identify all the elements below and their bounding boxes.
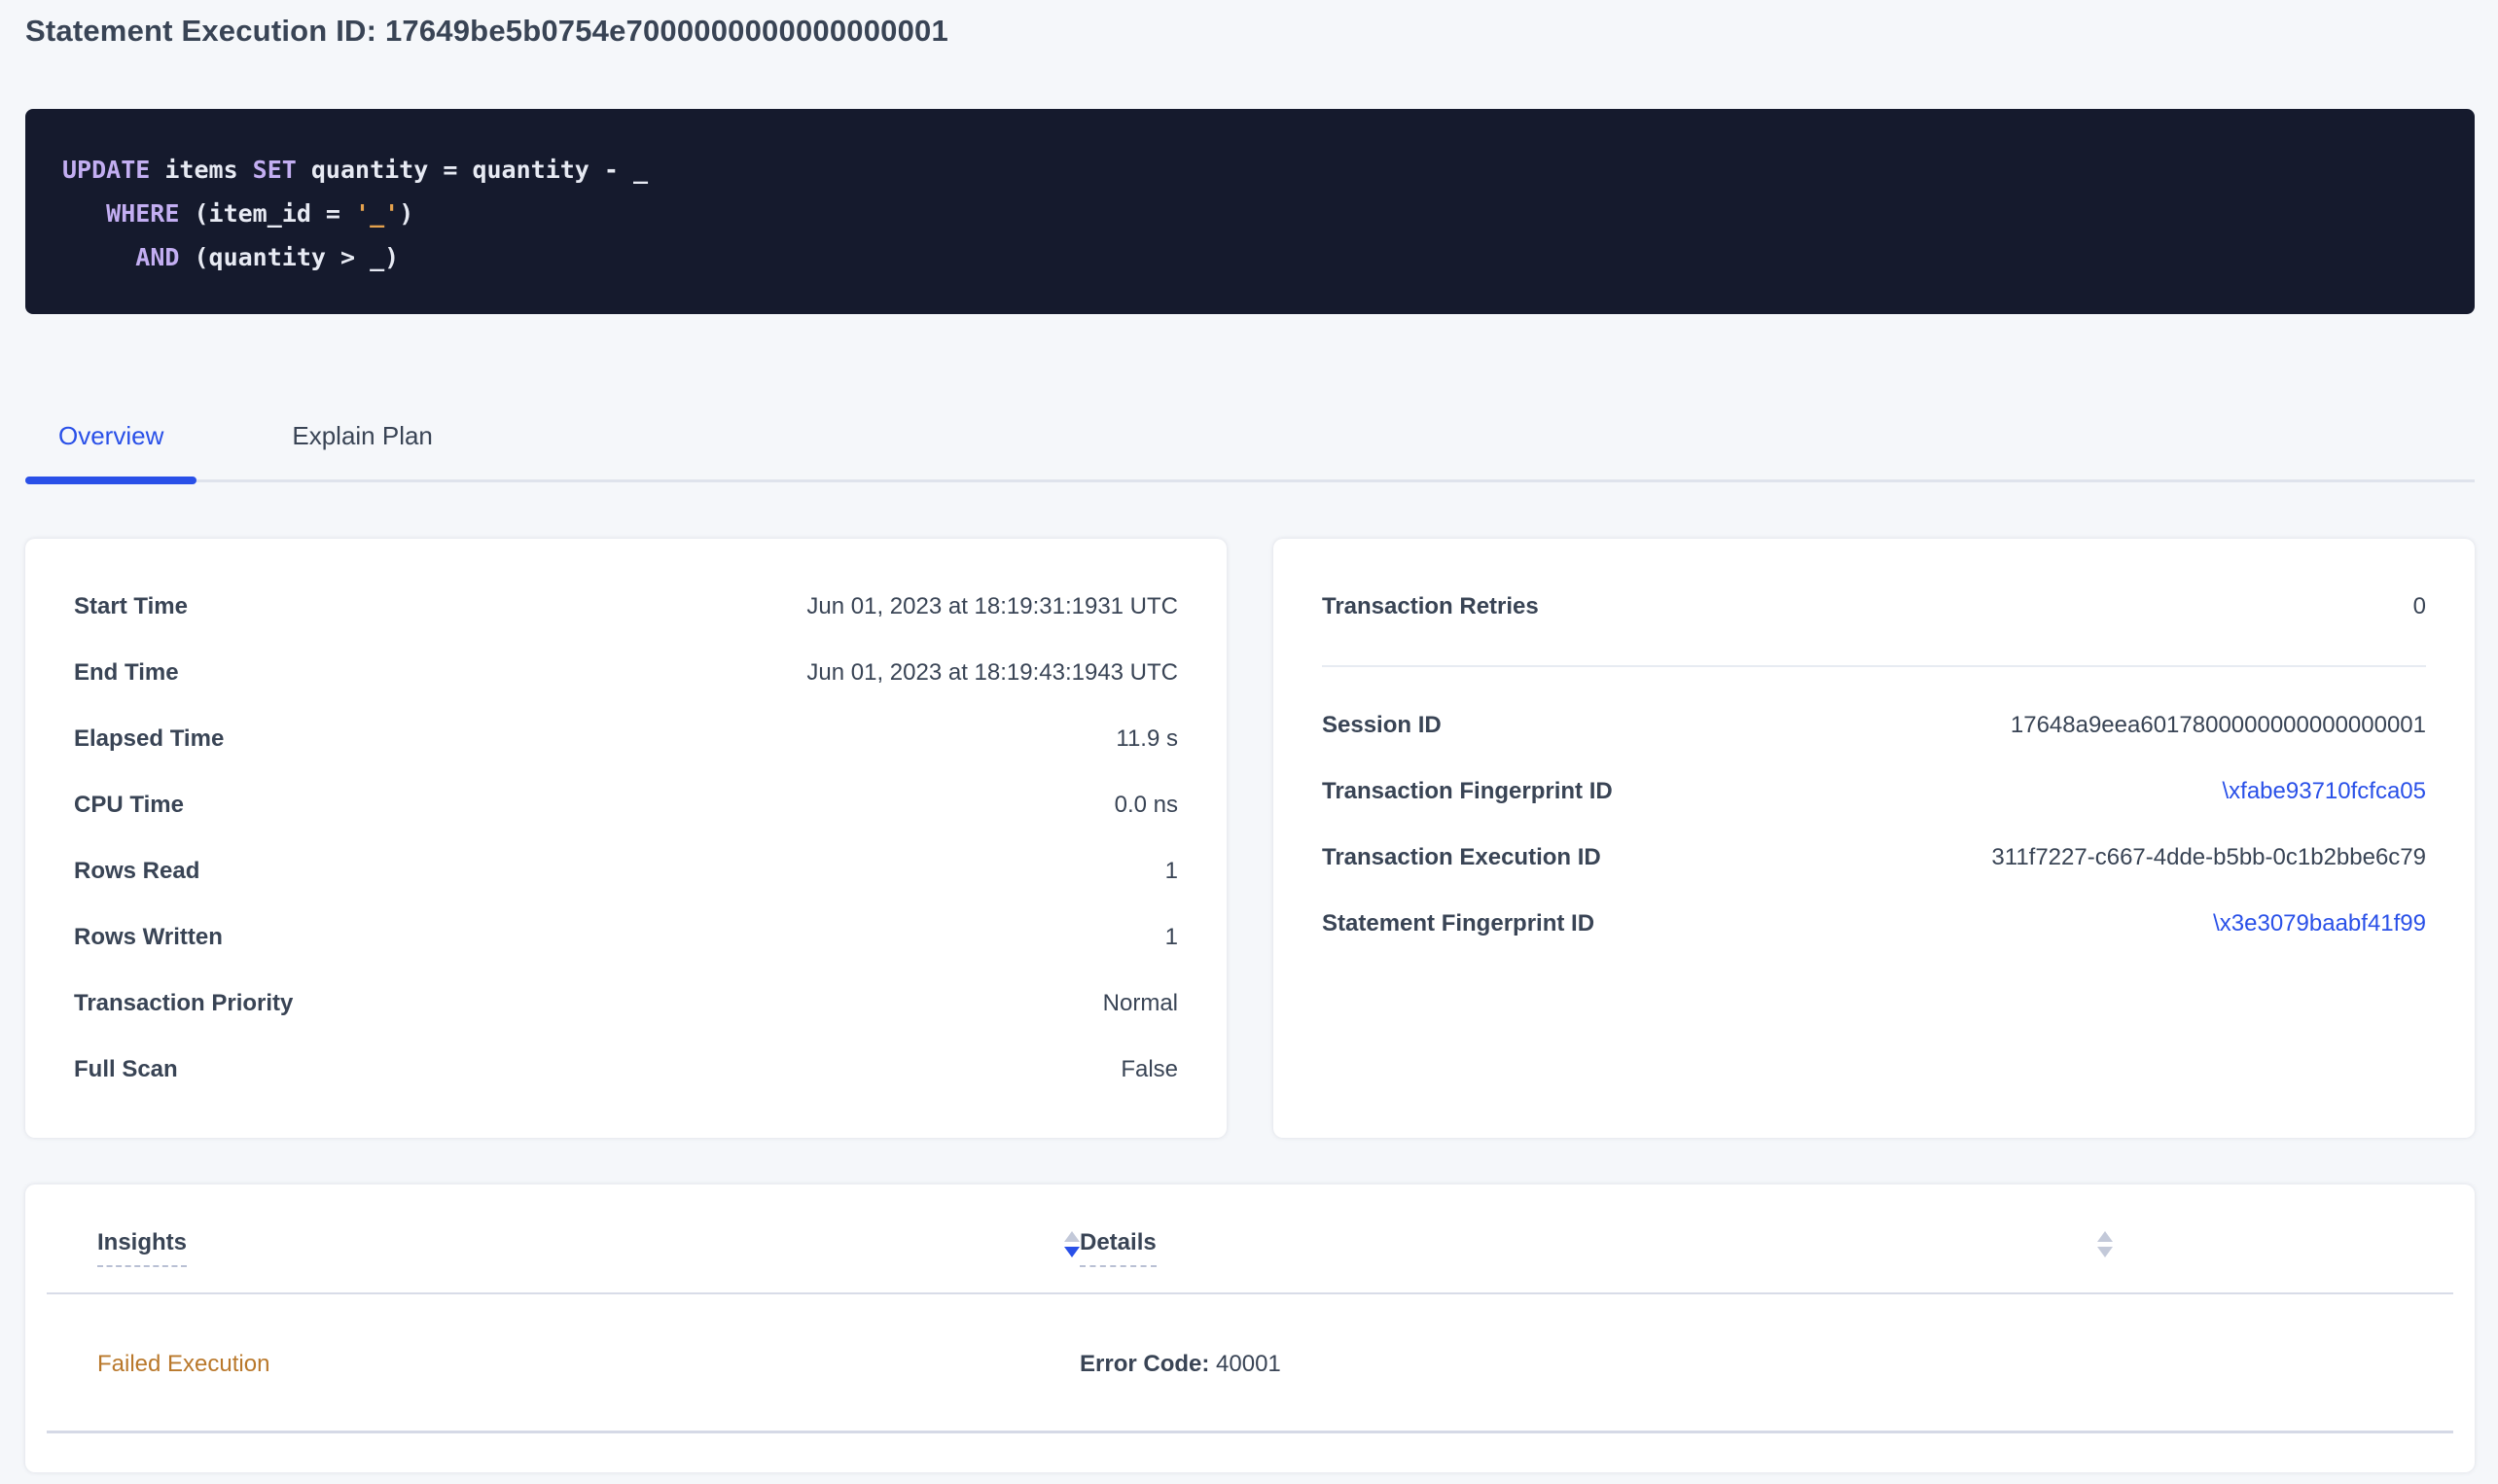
insights-table-header: Insights Details [47, 1184, 2453, 1294]
sort-down-arrow-icon [2097, 1247, 2113, 1257]
sql-line: UPDATE items SET quantity = quantity - _ [62, 148, 2438, 192]
sql-token-plain: (quantity > _) [179, 243, 399, 271]
error-code-value: 40001 [1209, 1351, 1280, 1377]
summary-cards-row: Start Time Jun 01, 2023 at 18:19:31:1931 … [25, 539, 2475, 1138]
metric-value: Jun 01, 2023 at 18:19:31:1931 UTC [806, 593, 1178, 620]
overview-metrics-card: Start Time Jun 01, 2023 at 18:19:31:1931 … [25, 539, 1227, 1138]
metric-row: Transaction Retries 0 [1322, 574, 2426, 640]
metric-label: End Time [74, 659, 179, 687]
tab-overview[interactable]: Overview [25, 390, 196, 479]
metric-label: Transaction Execution ID [1322, 844, 1601, 871]
metric-value-link[interactable]: \x3e3079baabf41f99 [2213, 910, 2426, 937]
metric-row: CPU Time 0.0 ns [74, 772, 1178, 838]
metric-label: Transaction Fingerprint ID [1322, 778, 1613, 805]
insight-type-cell: Failed Execution [97, 1351, 1080, 1378]
metric-value: Jun 01, 2023 at 18:19:43:1943 UTC [806, 659, 1178, 687]
metric-label: Transaction Retries [1322, 593, 1539, 620]
metric-row: Transaction Execution ID 311f7227-c667-4d… [1322, 825, 2426, 891]
error-code-label: Error Code: [1080, 1351, 1209, 1377]
metric-value: False [1121, 1056, 1178, 1083]
metric-label: Elapsed Time [74, 725, 224, 753]
metric-label: Transaction Priority [74, 990, 293, 1017]
metric-value: 0.0 ns [1115, 792, 1178, 819]
metric-label: Full Scan [74, 1056, 178, 1083]
sql-token-keyword: UPDATE [62, 156, 150, 184]
row-divider [47, 1431, 2453, 1433]
sql-line: AND (quantity > _) [62, 235, 2438, 279]
sort-up-arrow-icon [2097, 1231, 2113, 1242]
sql-line: WHERE (item_id = '_') [62, 192, 2438, 235]
sql-token-keyword: SET [253, 156, 297, 184]
sql-token-plain [62, 199, 106, 228]
sql-token-plain: ) [399, 199, 413, 228]
metric-label: Rows Written [74, 924, 223, 951]
metric-value: 0 [2413, 593, 2426, 620]
metric-label: Statement Fingerprint ID [1322, 910, 1594, 937]
sql-token-plain [62, 243, 135, 271]
sql-token-plain: items [150, 156, 252, 184]
metric-row: Full Scan False [74, 1037, 1178, 1103]
metric-row: End Time Jun 01, 2023 at 18:19:43:1943 UT… [74, 640, 1178, 706]
sql-token-string: '_' [355, 199, 399, 228]
identifiers-card: Transaction Retries 0 Session ID 17648a9ee… [1273, 539, 2475, 1138]
metric-row: Elapsed Time 11.9 s [74, 706, 1178, 772]
metric-label: Start Time [74, 593, 188, 620]
insight-details-cell: Error Code: 40001 [1080, 1351, 2113, 1378]
sort-down-arrow-icon [1064, 1247, 1080, 1257]
metric-label: Rows Read [74, 858, 199, 885]
metric-value: 1 [1165, 858, 1178, 885]
tab-bar: Overview Explain Plan [25, 390, 2475, 482]
sort-up-arrow-icon [1064, 1231, 1080, 1242]
transaction-retries-row: Transaction Retries 0 [1322, 574, 2426, 640]
card-divider [1322, 665, 2426, 667]
statement-details-page: Statement Execution ID: 17649be5b0754e70… [0, 0, 2498, 1472]
metric-value: Normal [1103, 990, 1178, 1017]
metric-row: Rows Read 1 [74, 838, 1178, 904]
metric-row: Start Time Jun 01, 2023 at 18:19:31:1931 … [74, 574, 1178, 640]
metric-label: CPU Time [74, 792, 184, 819]
identifier-rows: Session ID 17648a9eea60178000000000000000… [1322, 692, 2426, 957]
metric-value: 311f7227-c667-4dde-b5bb-0c1b2bbe6c79 [1991, 844, 2426, 871]
sql-token-keyword: WHERE [106, 199, 179, 228]
page-title: Statement Execution ID: 17649be5b0754e70… [25, 10, 2475, 53]
metric-row: Rows Written 1 [74, 904, 1178, 971]
tab-explain-plan-label: Explain Plan [292, 421, 433, 450]
sql-token-keyword: AND [135, 243, 179, 271]
tab-overview-label: Overview [58, 421, 163, 450]
overview-metrics-rows: Start Time Jun 01, 2023 at 18:19:31:1931 … [74, 574, 1178, 1103]
sort-icon[interactable] [1064, 1231, 1080, 1257]
sql-token-plain: quantity = quantity - _ [297, 156, 648, 184]
table-row: Failed ExecutionError Code: 40001 [47, 1294, 2453, 1378]
insights-table-body: Failed ExecutionError Code: 40001 [47, 1294, 2453, 1433]
sql-token-plain: (item_id = [179, 199, 355, 228]
metric-value: 1 [1165, 924, 1178, 951]
metric-value: 17648a9eea6017800000000000000001 [2011, 712, 2426, 739]
metric-row: Session ID 17648a9eea60178000000000000000… [1322, 692, 2426, 759]
insights-column-label[interactable]: Insights [97, 1229, 187, 1267]
sort-icon[interactable] [2097, 1231, 2113, 1257]
metric-row: Transaction Priority Normal [74, 971, 1178, 1037]
column-header-details[interactable]: Details [1080, 1229, 2113, 1267]
metric-value: 11.9 s [1116, 725, 1178, 753]
insights-table: Insights Details Failed ExecutionError C… [25, 1184, 2475, 1472]
metric-row: Transaction Fingerprint ID \xfabe93710fcf… [1322, 759, 2426, 825]
tab-explain-plan[interactable]: Explain Plan [259, 390, 466, 479]
metric-label: Session ID [1322, 712, 1442, 739]
column-header-insights[interactable]: Insights [97, 1229, 1080, 1267]
metric-value-link[interactable]: \xfabe93710fcfca05 [2223, 778, 2427, 805]
sql-statement-box: UPDATE items SET quantity = quantity - _… [25, 109, 2475, 314]
details-column-label[interactable]: Details [1080, 1229, 1157, 1267]
metric-row: Statement Fingerprint ID \x3e3079baabf41f… [1322, 891, 2426, 957]
